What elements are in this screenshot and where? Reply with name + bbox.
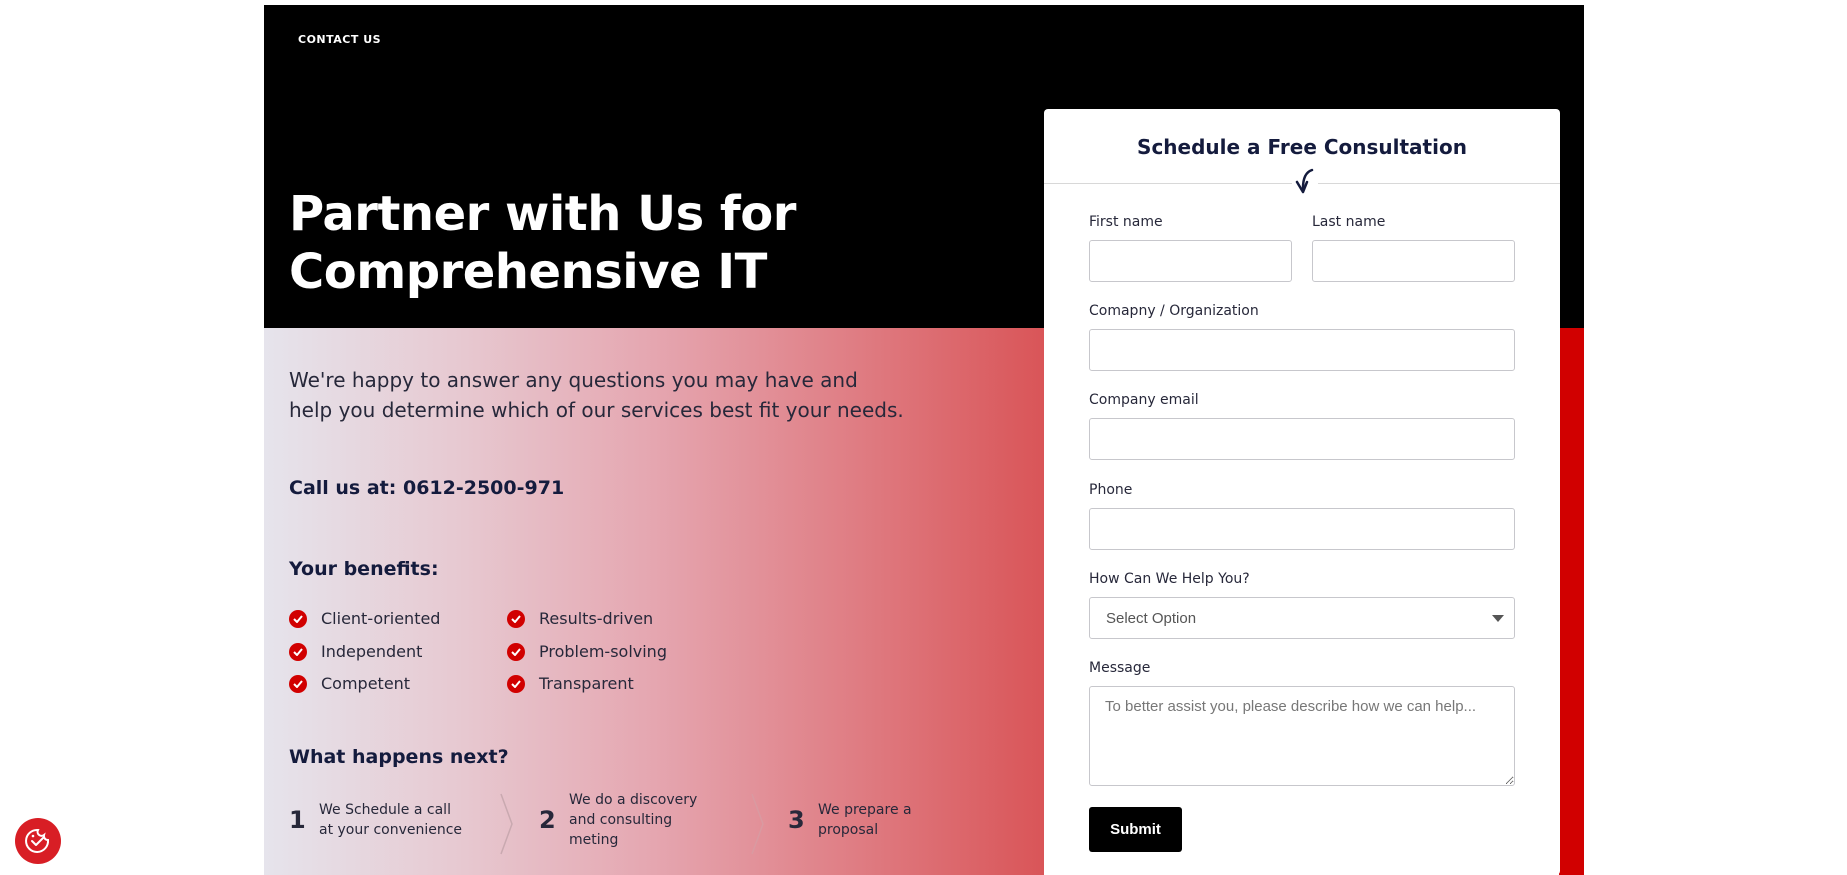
page-title: Partner with Us for Comprehensive IT [289,185,1049,301]
benefit-label: Transparent [539,674,634,693]
contact-page: CONTACT US Partner with Us for Comprehen… [264,5,1584,875]
last-name-field[interactable] [1312,240,1515,282]
check-circle-icon [289,674,307,693]
benefits-heading: Your benefits: [289,558,439,580]
intro-line-1: We're happy to answer any questions you … [289,368,858,392]
page-title-line-2: Comprehensive IT [289,244,767,300]
step-separator-icon [500,793,513,855]
step-number: 1 [289,806,306,834]
step-line: We Schedule a call [319,802,451,818]
phone-label: Phone [1089,482,1133,498]
chevron-down-icon [1492,615,1504,622]
step-line: We prepare a [818,802,912,818]
submit-button[interactable]: Submit [1089,807,1182,852]
help-select[interactable]: Select Option [1089,597,1515,639]
intro-line-2: help you determine which of our services… [289,398,904,422]
benefit-label: Problem-solving [539,642,667,661]
cookie-consent-icon [25,828,50,853]
accent-strip [1559,328,1584,875]
help-select-value: Select Option [1106,610,1197,627]
step-line: proposal [818,822,879,838]
benefit-item: Transparent [507,674,634,693]
benefit-item: Problem-solving [507,642,667,661]
form-title: Schedule a Free Consultation [1137,135,1467,159]
next-steps-heading: What happens next? [289,746,509,768]
company-field[interactable] [1089,329,1515,371]
help-label: How Can We Help You? [1089,571,1250,587]
step-line: We do a discovery [569,792,698,808]
curved-arrow-down-icon [1292,166,1318,196]
intro-text: We're happy to answer any questions you … [289,365,909,425]
message-label: Message [1089,660,1151,676]
first-name-field[interactable] [1089,240,1292,282]
benefit-item: Independent [289,642,422,661]
consultation-form: Schedule a Free Consultation First name … [1044,109,1560,875]
email-field[interactable] [1089,418,1515,460]
call-us-text: Call us at: 0612-2500-971 [289,477,565,499]
benefit-item: Results-driven [507,609,653,628]
step-separator-icon [751,793,764,855]
step-line: meting [569,832,619,848]
benefit-item: Competent [289,674,410,693]
email-label: Company email [1089,392,1199,408]
benefit-label: Competent [321,674,411,693]
step-number: 2 [539,806,556,834]
step-text: We Schedule a call at your convenience [319,800,462,840]
check-circle-icon [507,674,525,693]
step-line: and consulting [569,812,673,828]
benefit-label: Results-driven [539,609,654,628]
benefit-label: Independent [321,642,423,661]
check-circle-icon [507,642,525,661]
message-field[interactable] [1089,686,1515,786]
benefit-label: Client-oriented [321,609,441,628]
first-name-label: First name [1089,214,1163,230]
phone-field[interactable] [1089,508,1515,550]
last-name-label: Last name [1312,214,1386,230]
page-title-line-1: Partner with Us for [289,186,796,242]
cookie-consent-button[interactable] [15,818,61,864]
company-label: Comapny / Organization [1089,303,1259,319]
check-circle-icon [289,609,307,628]
step-text: We do a discovery and consulting meting [569,790,697,850]
check-circle-icon [507,609,525,628]
check-circle-icon [289,642,307,661]
step-line: at your convenience [319,822,463,838]
breadcrumb-contact-us: CONTACT US [298,33,382,46]
step-text: We prepare a proposal [818,800,912,840]
benefit-item: Client-oriented [289,609,440,628]
step-number: 3 [788,806,805,834]
